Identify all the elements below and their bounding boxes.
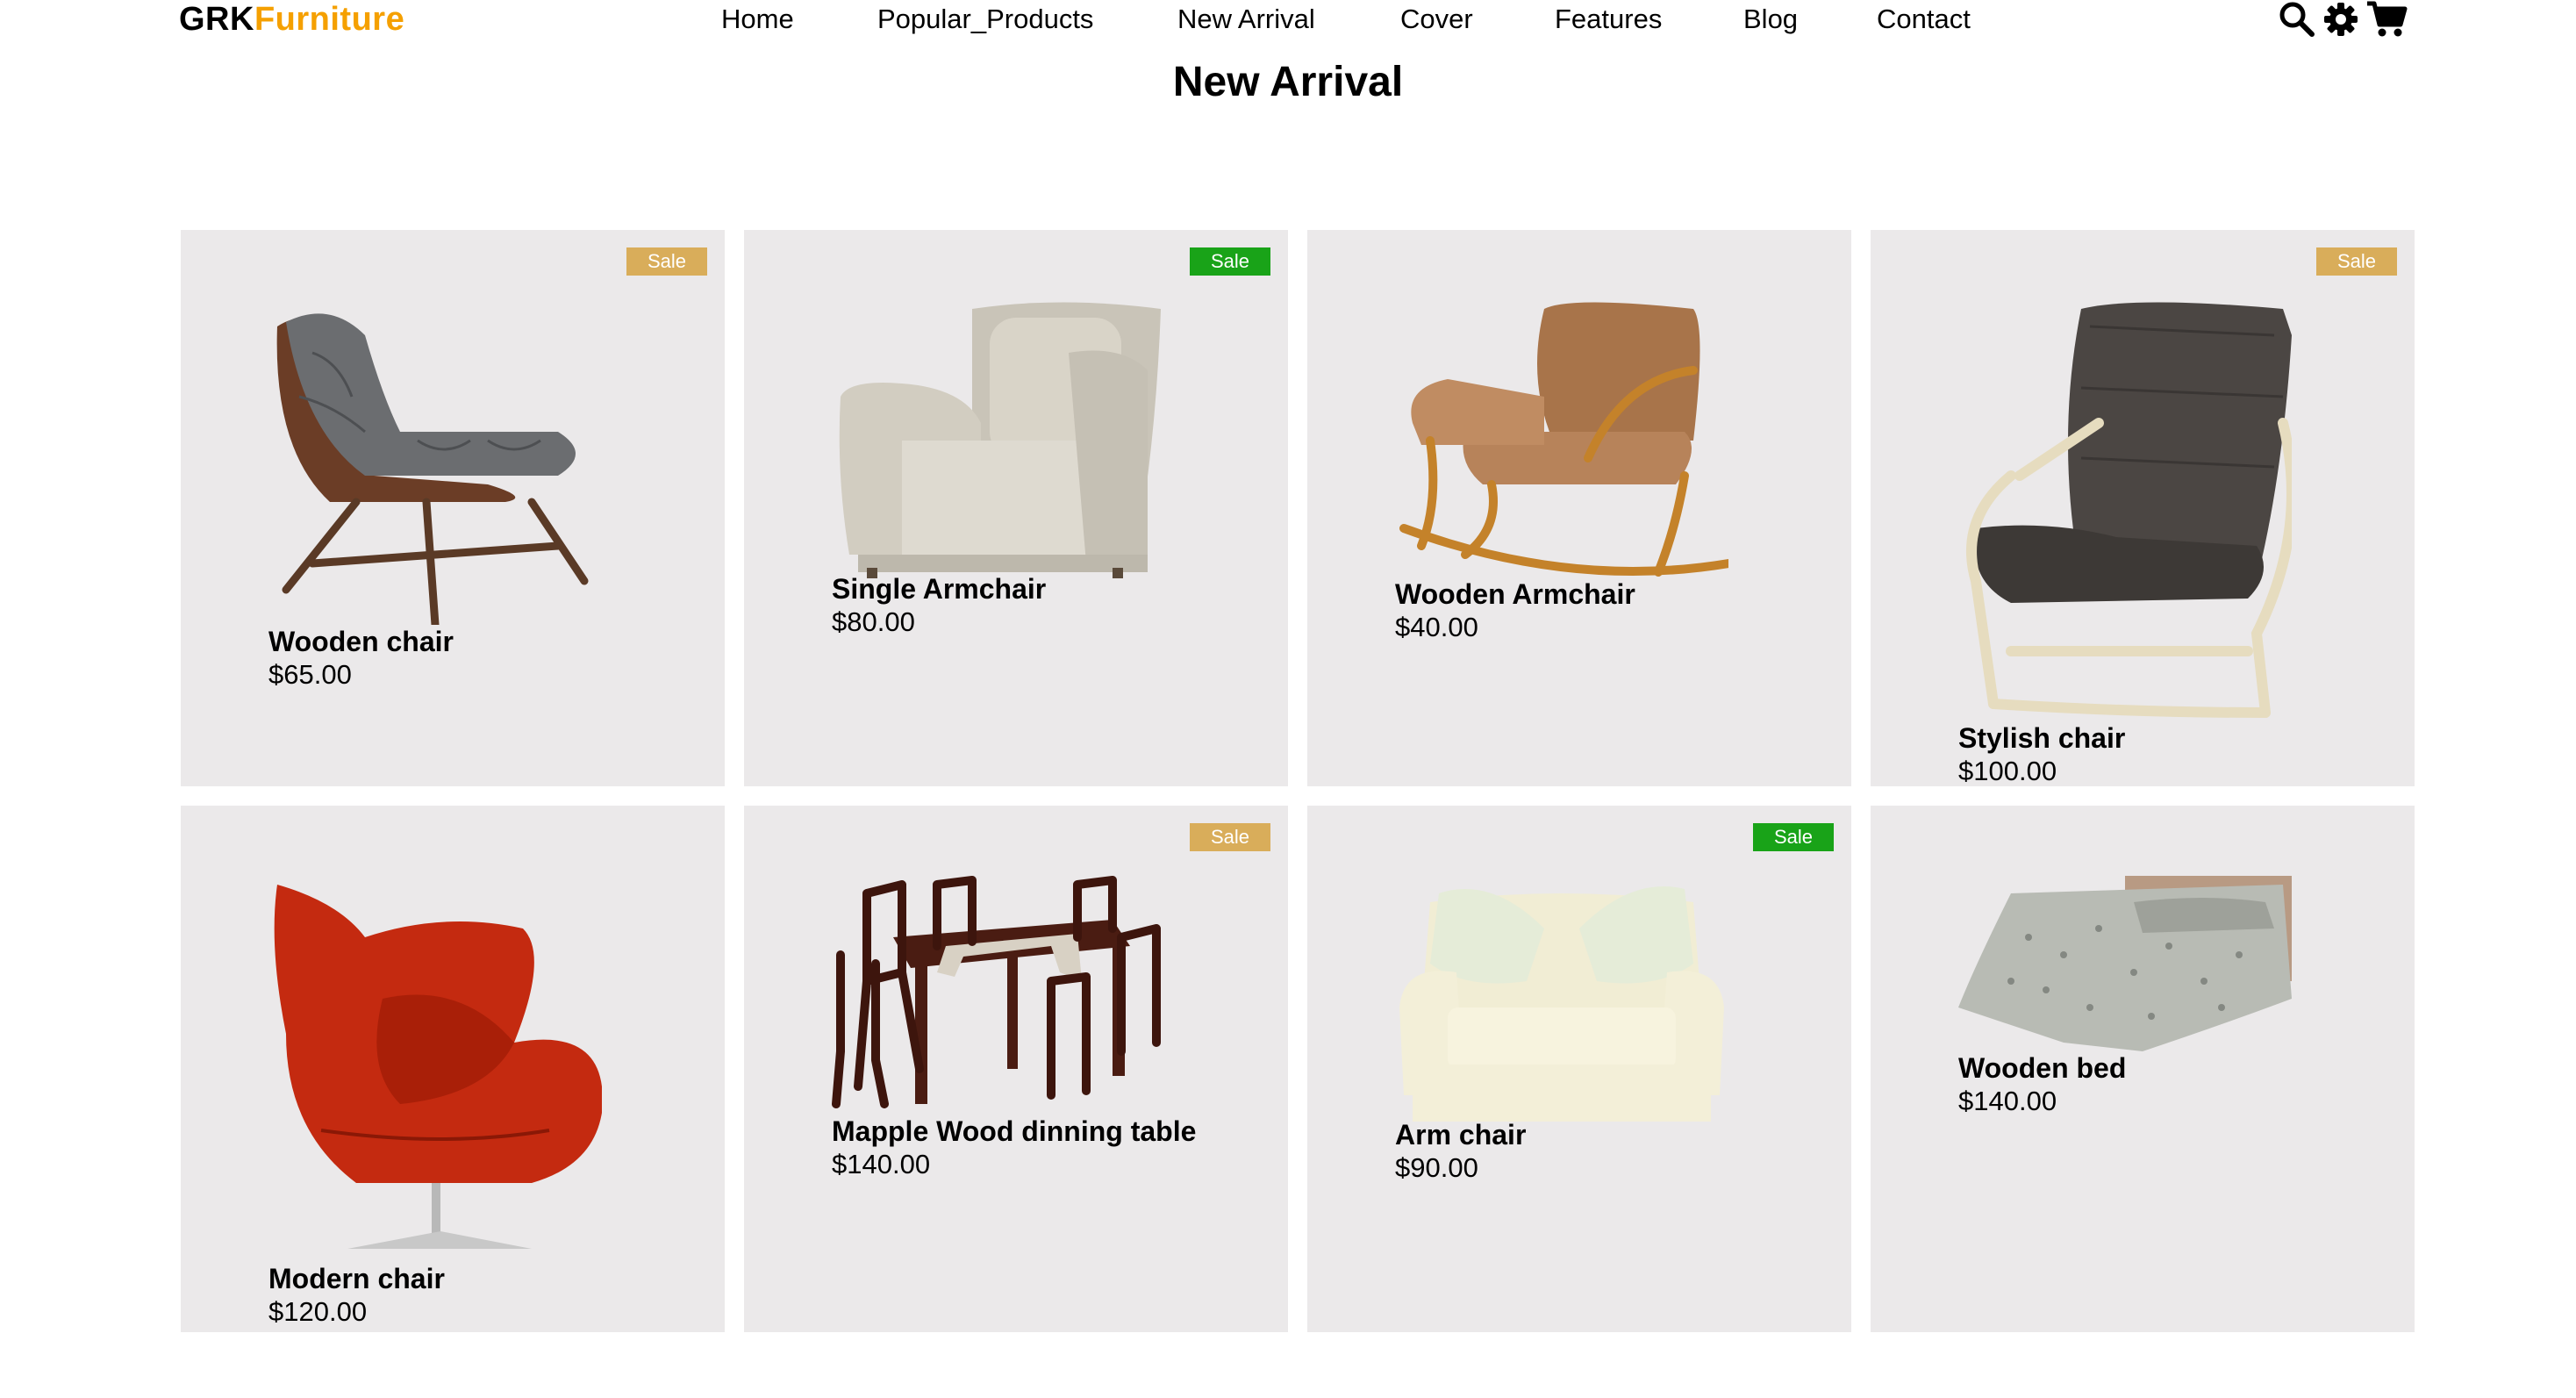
nav-link-new-arrival[interactable]: New Arrival [1177, 0, 1315, 39]
product-card[interactable]: Wooden Armchair $40.00 [1307, 230, 1851, 786]
product-price: $100.00 [1958, 756, 2057, 786]
product-card[interactable]: Sale Single Armchair $80.00 [744, 230, 1288, 786]
product-image-single-armchair [839, 302, 1161, 578]
product-name: Modern chair [268, 1263, 445, 1294]
nav-link-popular-products[interactable]: Popular_Products [877, 0, 1093, 39]
product-card[interactable]: Sale Wooden chair $65.00 [181, 230, 725, 786]
product-name: Wooden chair [268, 626, 454, 657]
product-image-wooden-armchair [1399, 302, 1728, 577]
sale-badge: Sale [1190, 823, 1270, 851]
logo-accent: Furniture [254, 1, 405, 38]
product-price: $140.00 [1958, 1086, 2057, 1116]
sale-badge: Sale [1753, 823, 1834, 851]
product-card[interactable]: Sale Mapple Wood dinning table $140.00 [744, 806, 1288, 1332]
product-image-wooden-chair [276, 313, 589, 625]
product-image-stylish-chair [1966, 302, 2292, 718]
sale-badge: Sale [626, 247, 707, 276]
navbar: GRKFurniture Home Popular_Products New A… [0, 0, 2576, 40]
sale-badge: Sale [2316, 247, 2397, 276]
product-name: Arm chair [1395, 1119, 1527, 1151]
product-price: $80.00 [832, 606, 915, 637]
product-price: $90.00 [1395, 1152, 1478, 1183]
product-image-arm-chair [1399, 886, 1724, 1122]
product-name: Single Armchair [832, 573, 1047, 605]
search-icon[interactable] [2278, 0, 2316, 43]
product-card[interactable]: Sale Arm chair $90.00 [1307, 806, 1851, 1332]
product-name: Wooden bed [1958, 1052, 2127, 1084]
nav-link-features[interactable]: Features [1555, 0, 1662, 39]
product-price: $120.00 [268, 1296, 368, 1327]
product-card[interactable]: Wooden bed $140.00 [1871, 806, 2415, 1332]
section-title: New Arrival [1172, 59, 1404, 105]
sale-badge: Sale [1190, 247, 1270, 276]
product-image-modern-chair [274, 885, 602, 1249]
nav-link-blog[interactable]: Blog [1743, 0, 1798, 39]
product-card[interactable]: Modern chair $120.00 [181, 806, 725, 1332]
product-price: $140.00 [832, 1149, 931, 1179]
cart-icon[interactable] [2365, 0, 2408, 43]
nav-link-cover[interactable]: Cover [1400, 0, 1473, 39]
logo-main: GRK [179, 1, 254, 38]
logo[interactable]: GRKFurniture [179, 0, 404, 39]
nav-link-home[interactable]: Home [721, 0, 794, 39]
product-price: $65.00 [268, 659, 352, 690]
product-name: Stylish chair [1958, 722, 2126, 754]
gear-icon[interactable] [2322, 0, 2360, 43]
product-name: Mapple Wood dinning table [832, 1115, 1197, 1147]
product-image-wooden-bed [1958, 876, 2292, 1051]
product-name: Wooden Armchair [1395, 578, 1635, 610]
product-image-dinning-table [832, 876, 1161, 1108]
product-price: $40.00 [1395, 612, 1478, 642]
product-card[interactable]: Sale Stylish chair $100.00 [1871, 230, 2415, 786]
nav-link-contact[interactable]: Contact [1877, 0, 1971, 39]
